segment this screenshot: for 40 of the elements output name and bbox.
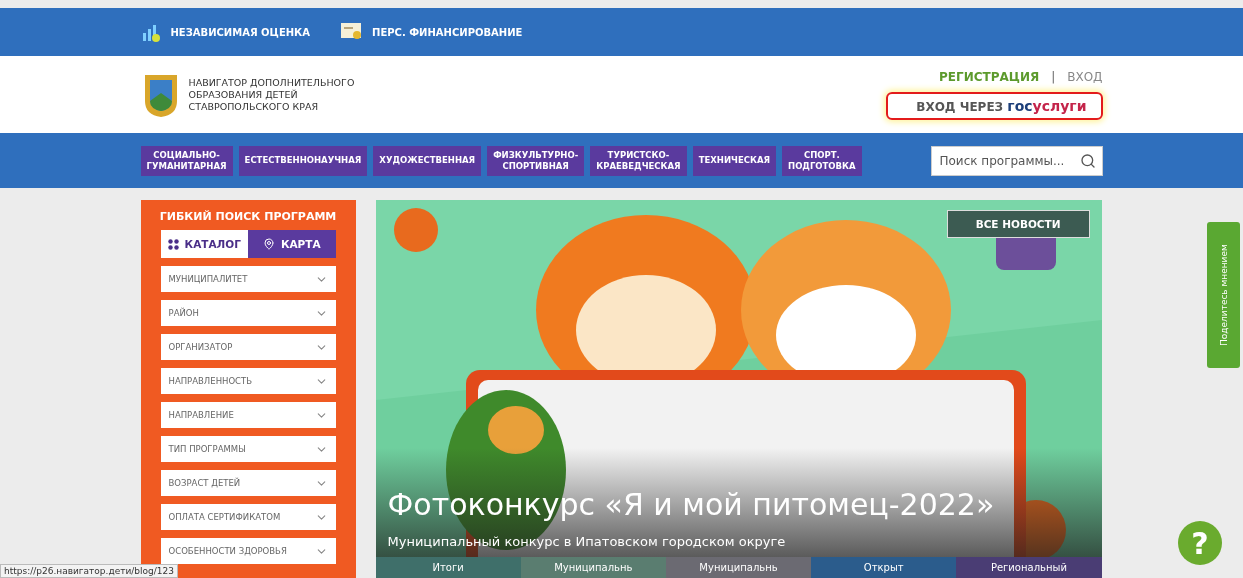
filter-dropdown[interactable]: ТИП ПРОГРАММЫ: [160, 436, 336, 462]
all-news-button[interactable]: ВСЕ НОВОСТИ: [946, 210, 1090, 238]
news-thumbnail[interactable]: Муниципальнь: [520, 557, 666, 578]
category-tab[interactable]: ТУРИСТСКО- КРАЕВЕДЧЕСКАЯ: [590, 145, 687, 176]
filter-dropdown[interactable]: НАПРАВЛЕНИЕ: [160, 402, 336, 428]
category-tab[interactable]: ХУДОЖЕСТВЕННАЯ: [373, 145, 482, 176]
search-bar[interactable]: Поиск программы...: [930, 145, 1103, 176]
category-tab[interactable]: ТЕХНИЧЕСКАЯ: [692, 145, 776, 176]
news-subtitle: Муниципальный конкурс в Ипатовском городском округе: [386, 533, 787, 551]
view-tab[interactable]: КАТАЛОГ: [160, 230, 248, 258]
news-thumbnail[interactable]: Итоги: [375, 557, 521, 578]
filter-dropdown[interactable]: ОСОБЕННОСТИ ЗДОРОВЬЯ: [160, 538, 336, 564]
separator: |: [1051, 69, 1056, 84]
certificate-icon: [340, 22, 364, 42]
category-tab[interactable]: ФИЗКУЛЬТУРНО- СПОРТИВНАЯ: [487, 145, 585, 176]
gosuslugi-login-button[interactable]: ВХОД ЧЕРЕЗ госуслуги: [886, 91, 1103, 120]
filter-dropdown[interactable]: ОПЛАТА СЕРТИФИКАТОМ: [160, 504, 336, 530]
category-tab[interactable]: СОЦИАЛЬНО- ГУМАНИТАРНАЯ: [140, 145, 233, 176]
news-thumbnail[interactable]: Открыт: [811, 557, 957, 578]
filter-dropdown[interactable]: ВОЗРАСТ ДЕТЕЙ: [160, 470, 336, 496]
category-tab[interactable]: ЕСТЕСТВЕННОНАУЧНАЯ: [238, 145, 368, 176]
search-icon[interactable]: [1079, 151, 1096, 170]
grid-icon: [167, 238, 179, 250]
site-title: НАВИГАТОР ДОПОЛНИТЕЛЬНОГО ОБРАЗОВАНИЯ ДЕТЕЙ СТАВРОПОЛЬСКОГО КРАЯ: [188, 76, 355, 113]
top-link[interactable]: ПЕРС. ФИНАНСИРОВАНИЕ: [340, 22, 523, 42]
filter-dropdown[interactable]: РАЙОН: [160, 300, 336, 326]
register-link[interactable]: РЕГИСТРАЦИЯ: [939, 69, 1040, 84]
news-thumbnail[interactable]: Муниципальнь: [665, 557, 812, 578]
filter-dropdown[interactable]: МУНИЦИПАЛИТЕТ: [160, 266, 336, 292]
login-link[interactable]: ВХОД: [1067, 69, 1103, 84]
filter-dropdown[interactable]: ОРГАНИЗАТОР: [160, 334, 336, 360]
filter-dropdown[interactable]: НАПРАВЛЕННОСТЬ: [160, 368, 336, 394]
status-url: https://p26.навигатор.дети/blog/123: [0, 564, 178, 578]
panel-title: ГИБКИЙ ПОИСК ПРОГРАММ: [158, 210, 338, 223]
map-pin-icon: [262, 238, 275, 250]
view-tab[interactable]: КАРТА: [248, 230, 336, 258]
category-tab[interactable]: СПОРТ. ПОДГОТОВКА: [782, 145, 862, 176]
news-title: Фотоконкурс «Я и мой питомец-2022»: [386, 487, 996, 522]
top-link[interactable]: НЕЗАВИСИМАЯ ОЦЕНКА: [140, 21, 310, 43]
news-thumbnail[interactable]: Региональный: [956, 557, 1102, 578]
